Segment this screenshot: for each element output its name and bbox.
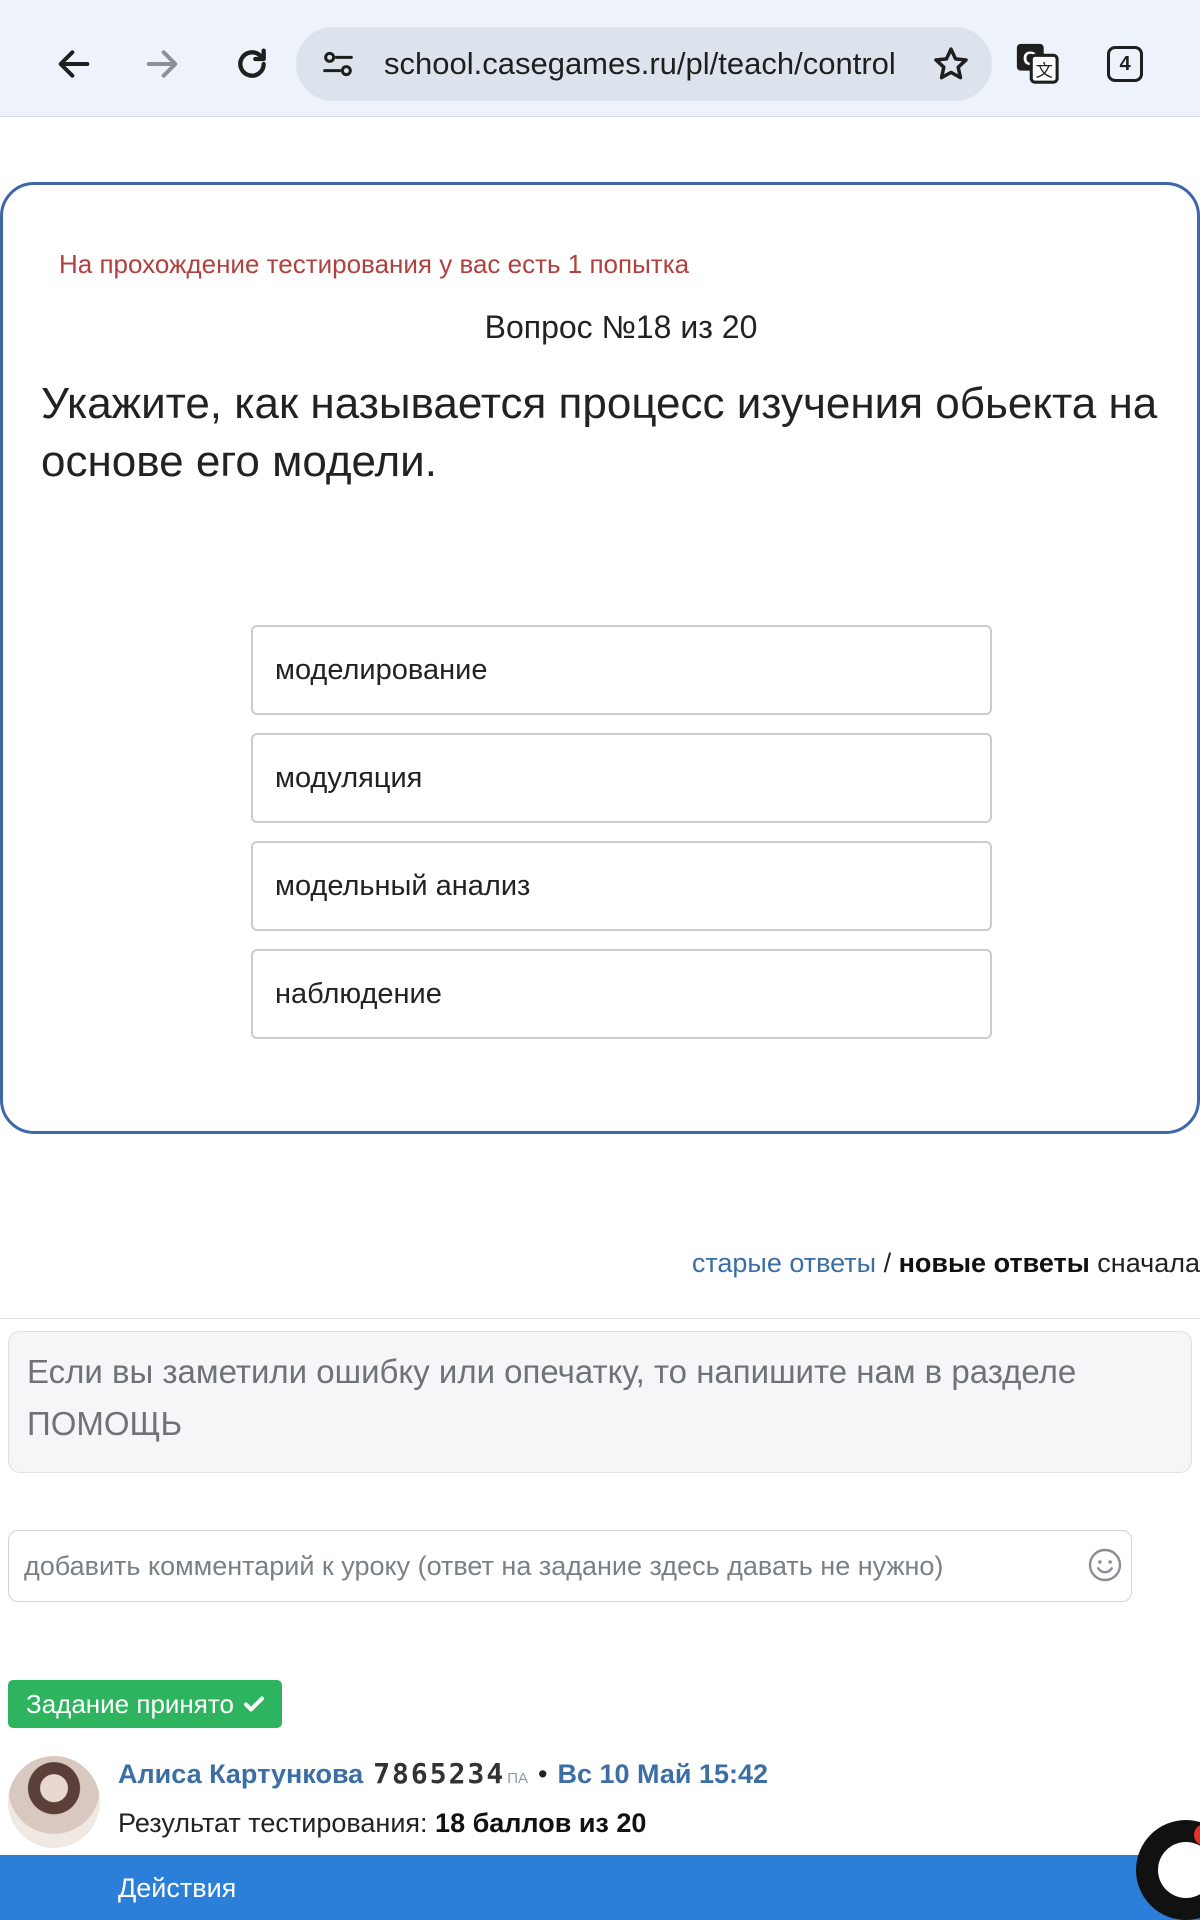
comment-input[interactable]: добавить комментарий к уроку (ответ на з…: [8, 1530, 1132, 1602]
answer-option[interactable]: модельный анализ: [251, 841, 992, 931]
test-card: На прохождение тестирования у вас есть 1…: [0, 182, 1200, 1134]
answer-option[interactable]: моделирование: [251, 625, 992, 715]
result-value: 18 баллов из 20: [435, 1808, 647, 1838]
comment-sort: старые ответы / новые ответы сначала: [692, 1248, 1200, 1279]
author-rating: 7865234: [373, 1757, 506, 1790]
reload-icon: [238, 48, 266, 78]
result-label: Результат тестирования:: [118, 1808, 428, 1838]
tab-count-button[interactable]: 4: [1107, 46, 1143, 82]
sort-old-link[interactable]: старые ответы: [692, 1248, 876, 1278]
address-bar[interactable]: school.casegames.ru/pl/teach/control: [296, 27, 992, 101]
url-text[interactable]: school.casegames.ru/pl/teach/control: [384, 46, 904, 82]
test-result: Результат тестирования: 18 баллов из 20: [118, 1808, 646, 1839]
reload-button[interactable]: [224, 36, 280, 92]
back-button[interactable]: [46, 36, 102, 92]
arrow-left-icon: [58, 50, 90, 78]
author-name[interactable]: Алиса Картункова: [118, 1759, 363, 1790]
arrow-right-icon: [146, 50, 178, 78]
emoji-icon[interactable]: [1087, 1547, 1123, 1583]
translate-icon[interactable]: G 文: [1014, 40, 1060, 86]
sort-suffix: сначала: [1089, 1248, 1200, 1278]
comment-date[interactable]: Вс 10 Май 15:42: [557, 1759, 768, 1790]
question-number: Вопрос №18 из 20: [484, 309, 758, 345]
forward-button[interactable]: [134, 36, 190, 92]
divider: [0, 1318, 1200, 1319]
sort-separator: /: [876, 1248, 899, 1278]
actions-bar[interactable]: Действия: [0, 1855, 1200, 1920]
avatar[interactable]: [8, 1756, 100, 1848]
error-report-notice: Если вы заметили ошибку или опечатку, то…: [8, 1331, 1192, 1473]
question-text: Укажите, как называется процесс изучения…: [41, 379, 1158, 486]
answer-option[interactable]: модуляция: [251, 733, 992, 823]
browser-toolbar: school.casegames.ru/pl/teach/control G 文…: [0, 0, 1200, 117]
answer-option[interactable]: наблюдение: [251, 949, 992, 1039]
star-icon[interactable]: [930, 43, 972, 85]
task-accepted-badge: Задание принято: [8, 1680, 282, 1728]
svg-text:文: 文: [1036, 61, 1053, 81]
chat-bubble-icon: [1158, 1842, 1200, 1898]
task-accepted-label: Задание принято: [26, 1688, 234, 1719]
author-rating-suffix: ПА: [507, 1770, 529, 1787]
actions-label: Действия: [118, 1873, 237, 1903]
sort-new-link[interactable]: новые ответы: [899, 1248, 1090, 1278]
check-icon: [243, 1696, 264, 1712]
site-settings-icon[interactable]: [318, 44, 358, 84]
comment-header: Алиса Картункова 7865234 ПА • Вс 10 Май …: [118, 1757, 768, 1790]
attempts-note: На прохождение тестирования у вас есть 1…: [59, 249, 690, 279]
separator-dot: •: [538, 1759, 548, 1789]
comment-placeholder: добавить комментарий к уроку (ответ на з…: [24, 1551, 944, 1581]
